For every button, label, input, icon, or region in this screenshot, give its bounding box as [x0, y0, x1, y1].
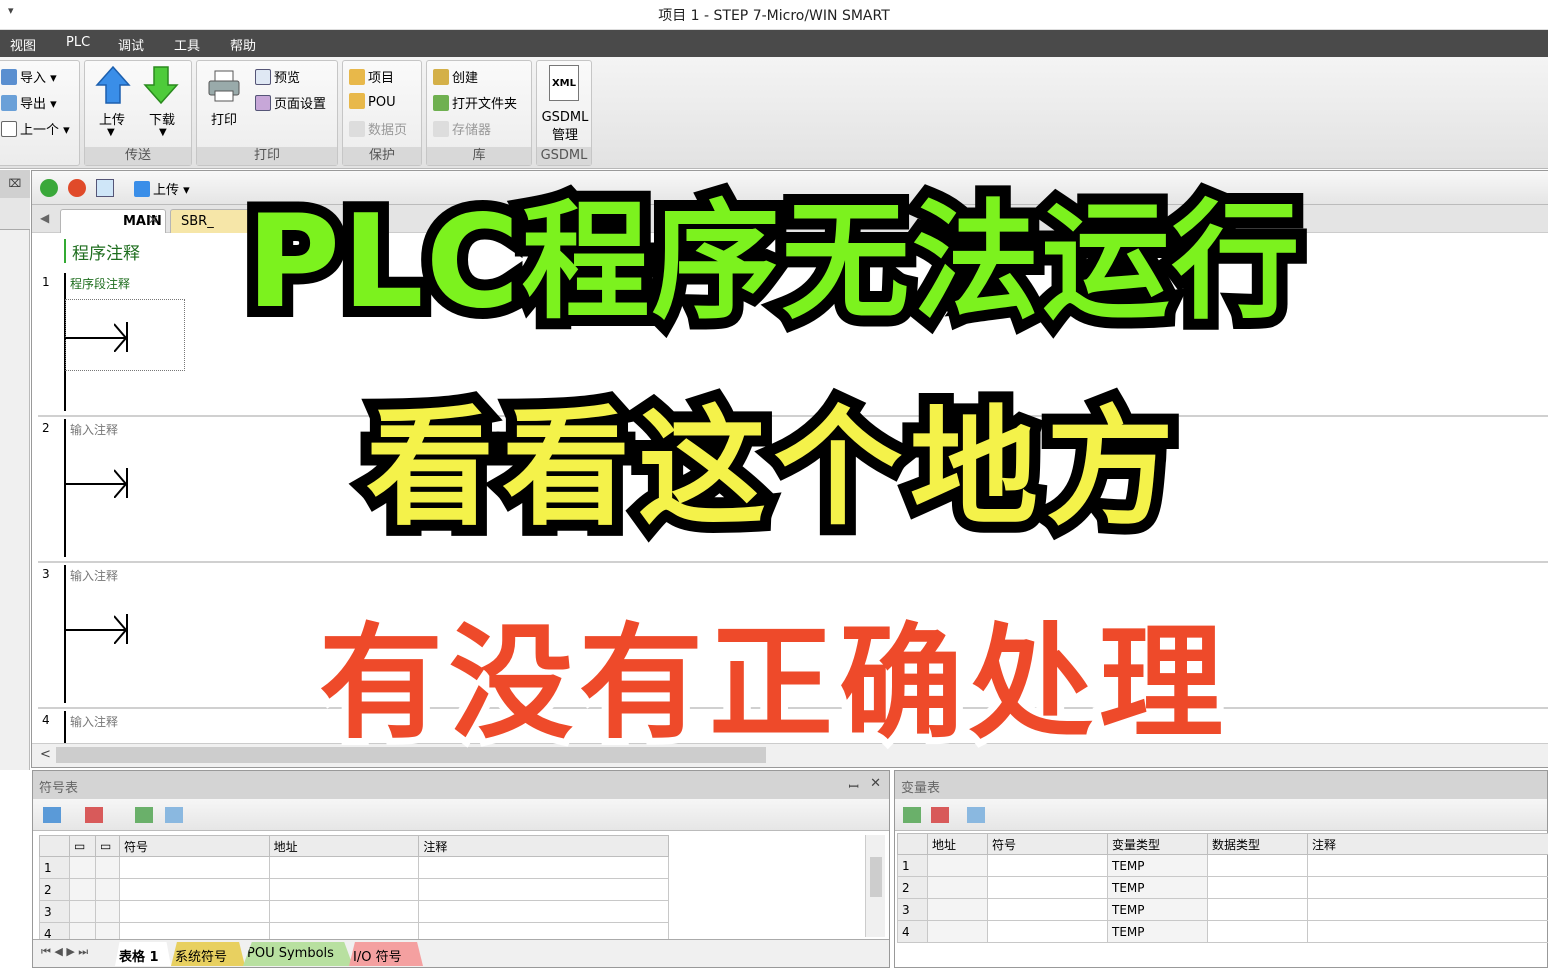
insert-variable-icon[interactable]: [903, 807, 921, 823]
upload-dropdown-icon[interactable]: ▼: [107, 127, 115, 138]
table-row[interactable]: 3: [39, 900, 669, 923]
col-address[interactable]: 地址: [268, 835, 420, 857]
export-icon: [1, 95, 17, 111]
key-icon: [349, 69, 365, 85]
key-datapage-icon: [349, 121, 365, 137]
menu-tools[interactable]: 工具: [174, 35, 200, 54]
symbol-table-header: 符号表 ꟷ ✕: [33, 771, 889, 799]
previous-button[interactable]: 上一个 ▾: [1, 119, 70, 138]
create-variable-table-icon[interactable]: [967, 807, 985, 823]
close-icon[interactable]: ✕: [870, 776, 881, 791]
previous-icon: [1, 121, 17, 137]
symbol-table-toolbar: [33, 799, 889, 831]
sheet-nav-icon[interactable]: ⏮ ◀ ▶ ⏭: [41, 945, 88, 959]
memory-button[interactable]: 存储器: [433, 119, 491, 138]
table-row[interactable]: 2 TEMP: [897, 876, 1548, 899]
symbol-table-title: 符号表: [39, 781, 79, 796]
menu-debug[interactable]: 调试: [118, 35, 144, 54]
col-symbol[interactable]: 符号: [118, 835, 270, 857]
upload-button[interactable]: 上传: [99, 109, 125, 128]
variable-table-header: 变量表: [895, 771, 1547, 799]
download-dropdown-icon[interactable]: ▼: [159, 127, 167, 138]
col-comment-icon: ▭: [94, 835, 120, 857]
create-table-icon[interactable]: [165, 807, 183, 823]
variable-table-panel: 变量表 地址 符号 变量类型 数据类型 注释 1 TEMP 2 TEMP 3 TEMP…: [894, 770, 1548, 968]
delete-variable-icon[interactable]: [931, 807, 949, 823]
table-row[interactable]: 1: [39, 856, 669, 879]
symbol-grid: ▭ ▭ 符号 地址 注释 1 2 3 4: [39, 835, 669, 945]
overlay-headline-3: 有没有正确处理: [312, 605, 1230, 763]
preview-icon: [255, 69, 271, 85]
col-address[interactable]: 地址: [927, 833, 988, 855]
open-folder-icon: [433, 95, 449, 111]
protect-pou-button[interactable]: POU: [349, 93, 396, 110]
ribbon-group-print: 打印 预览 页面设置 打印: [196, 60, 338, 166]
ribbon-group-file: 导入 ▾ 导出 ▾ 上一个 ▾: [0, 60, 80, 166]
sheet-tab-table1[interactable]: 表格 1: [115, 942, 171, 966]
upload-arrow-icon: [95, 65, 131, 104]
xml-file-icon: XML: [549, 65, 579, 101]
corner-cell: [897, 833, 928, 855]
ribbon-group-protect: 项目 POU 数据页 保护: [342, 60, 422, 166]
delete-row-icon[interactable]: [85, 807, 103, 823]
network-number: 3: [42, 567, 50, 581]
variable-table-title: 变量表: [901, 781, 941, 796]
memory-icon: [433, 121, 449, 137]
menu-plc[interactable]: PLC: [66, 35, 90, 50]
protect-project-button[interactable]: 项目: [349, 67, 394, 86]
variable-grid: 地址 符号 变量类型 数据类型 注释 1 TEMP 2 TEMP 3 TEMP 4 TE…: [897, 833, 1548, 943]
col-comment[interactable]: 注释: [418, 835, 669, 857]
overlay-headline-1: PLC程序无法运行: [235, 177, 1310, 348]
pin-icon[interactable]: ꟷ: [848, 777, 859, 795]
col-data-type[interactable]: 数据类型: [1207, 833, 1308, 855]
print-button[interactable]: 打印: [211, 109, 237, 128]
gsdml-manage-button[interactable]: GSDML 管理: [541, 109, 589, 145]
table-row[interactable]: 4 TEMP: [897, 920, 1548, 943]
variable-table-toolbar: [895, 799, 1547, 831]
protect-datapage-button[interactable]: 数据页: [349, 119, 407, 138]
network-separator: [38, 561, 1548, 563]
page-setup-icon: [255, 95, 271, 111]
symbol-table-panel: 符号表 ꟷ ✕ ▭ ▭ 符号 地址 注释 1 2 3 4 ⏮ ◀ ▶ ⏭ 表格 …: [32, 770, 890, 968]
col-symbol[interactable]: 符号: [987, 833, 1108, 855]
menu-help[interactable]: 帮助: [230, 35, 256, 54]
vertical-scrollbar[interactable]: [865, 835, 885, 937]
col-status-icon: ▭: [68, 835, 96, 857]
unused-symbols-icon[interactable]: [135, 807, 153, 823]
ribbon: 导入 ▾ 导出 ▾ 上一个 ▾ 上传 ▼ 下载 ▼ 传送 打印 预览 页面设置 …: [0, 57, 1548, 169]
create-library-icon: [433, 69, 449, 85]
import-icon: [1, 69, 17, 85]
corner-cell: [39, 835, 70, 857]
preview-button[interactable]: 预览: [255, 67, 300, 86]
sheet-tab-pou-symbols[interactable]: POU Symbols: [243, 942, 353, 966]
sheet-tab-io-symbols[interactable]: I/O 符号: [349, 942, 423, 966]
page-setup-button[interactable]: 页面设置: [255, 93, 326, 112]
table-row[interactable]: 1 TEMP: [897, 854, 1548, 877]
sheet-tab-system-symbols[interactable]: 系统符号: [171, 942, 245, 966]
create-library-button[interactable]: 创建: [433, 67, 478, 86]
sheet-tabs: ⏮ ◀ ▶ ⏭ 表格 1 系统符号 POU Symbols I/O 符号: [33, 939, 889, 967]
open-folder-button[interactable]: 打开文件夹: [433, 93, 517, 112]
col-var-type[interactable]: 变量类型: [1107, 833, 1208, 855]
printer-icon: [208, 70, 240, 102]
table-row[interactable]: 2: [39, 878, 669, 901]
ribbon-group-transfer: 上传 ▼ 下载 ▼ 传送: [84, 60, 192, 166]
key-pou-icon: [349, 93, 365, 109]
menu-view[interactable]: 视图: [10, 35, 36, 54]
table-row[interactable]: 3 TEMP: [897, 898, 1548, 921]
ribbon-group-gsdml: XML GSDML 管理 GSDML: [536, 60, 592, 166]
col-comment[interactable]: 注释: [1307, 833, 1548, 855]
menu-bar: 视图 PLC 调试 工具 帮助: [0, 30, 1548, 57]
scroll-thumb[interactable]: [870, 857, 882, 897]
export-button[interactable]: 导出 ▾: [1, 93, 57, 112]
import-button[interactable]: 导入 ▾: [1, 67, 57, 86]
download-button[interactable]: 下载: [149, 109, 175, 128]
window-title: 项目 1 - STEP 7-Micro/WIN SMART: [658, 8, 890, 24]
insert-row-icon[interactable]: [43, 807, 61, 823]
ribbon-group-library: 创建 打开文件夹 存储器 库: [426, 60, 532, 166]
overlay-headline-2: 看看这个地方: [355, 383, 1185, 554]
title-bar: ▾ 项目 1 - STEP 7-Micro/WIN SMART: [0, 0, 1548, 30]
download-arrow-icon: [143, 66, 179, 105]
